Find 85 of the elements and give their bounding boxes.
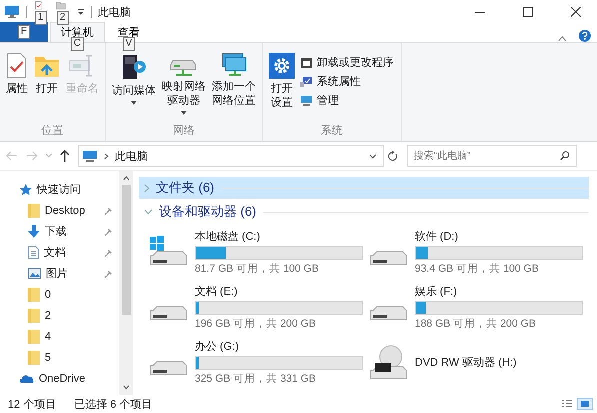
collapse-ribbon-icon[interactable] [558,36,567,42]
image-icon [580,400,590,408]
ribbon-button[interactable]: 添加一个 网络位置 [209,47,259,108]
nav-pane-item[interactable]: 2 [0,305,119,326]
download-icon [28,225,40,238]
help-icon[interactable] [579,30,591,42]
dvd-drive-icon[interactable] [369,344,409,380]
search-field[interactable]: 搜索“此电脑” [407,145,577,167]
scrollbar[interactable] [119,171,133,395]
ribbon-button[interactable]: 卸载或更改程序 [300,55,394,70]
computer-icon [4,5,20,19]
scroll-up-icon[interactable] [122,176,130,181]
chevron-right-icon [144,184,150,192]
picture-icon [28,268,41,279]
ribbon-button[interactable]: 系统属性 [300,74,394,89]
free-space-text: 188 GB 可用，共 200 GB [415,317,538,331]
nav-pane-item[interactable]: 5 [0,347,119,368]
folder-icon [28,350,40,364]
drive-name: 娱乐 (F:) [415,285,458,299]
nav-pane-item[interactable]: OneDrive [0,368,119,389]
close-icon[interactable] [571,7,581,17]
status-text: 已选择 6 个项目 [74,398,153,412]
maximize-icon[interactable] [523,7,533,17]
chevron-down-icon [144,209,153,215]
keytip: 1 [35,11,47,25]
window-title: 此电脑 [98,6,131,20]
computer-management-icon [300,94,313,106]
group-label: 网络 [172,124,196,139]
breadcrumb[interactable]: 此电脑 [115,148,148,164]
settings-icon [269,53,295,79]
program-icon [300,56,313,68]
free-space-text: 93.4 GB 可用，共 100 GB [415,262,540,276]
status-text: 12 个项目 [8,398,56,412]
drive-name: 文档 (E:) [195,284,239,299]
folder-icon [28,288,40,302]
nav-pane-item[interactable]: 快速访问 [0,179,119,200]
ribbon-button[interactable]: 管理 [300,93,394,108]
drive-name: 软件 (D:) [415,230,460,244]
up-icon[interactable] [60,150,70,162]
nav-pane-item[interactable]: 下载 [0,221,119,242]
refresh-icon[interactable] [388,150,399,162]
cloud-icon [20,374,34,383]
ribbon-button[interactable]: 映射网络 驱动器 [159,47,209,115]
free-space-text: 81.7 GB 可用，共 100 GB [195,262,320,276]
details-view-button[interactable] [559,398,575,410]
star-icon [20,184,32,196]
network-location-icon [220,53,248,77]
group-label: 位置 [40,124,64,139]
nav-pane-item[interactable]: Desktop [0,200,119,221]
ribbon-button[interactable]: 打开 [31,47,63,96]
properties-icon[interactable] [33,1,45,10]
keytip: C [70,37,84,51]
search-icon[interactable] [560,151,570,161]
nav-pane-item[interactable]: 0 [0,284,119,305]
drive-name: 办公 (G:) [195,340,240,354]
media-server-icon [121,53,147,81]
drive-name: DVD RW 驱动器 (H:) [415,356,517,370]
large-icons-view-button[interactable] [577,398,593,410]
address-bar[interactable]: 此电脑 [78,145,384,167]
nav-pane-item[interactable]: 图片 [0,263,119,284]
document-icon [28,246,39,259]
computer-icon [82,150,98,162]
folder-icon [28,308,40,322]
list-icon [562,400,572,408]
dropdown-icon[interactable] [77,8,85,16]
folder-icon [28,204,40,218]
dropdown-icon[interactable] [369,154,377,158]
ribbon-button[interactable]: 属性 [3,47,31,96]
drive-name: 本地磁盘 (C:) [195,230,262,244]
group-header[interactable]: 文件夹 (6) [139,177,589,199]
ribbon-button[interactable]: 打开 设置 [266,47,298,110]
system-properties-icon [300,76,313,88]
chevron-icon [104,152,109,160]
nav-pane-item[interactable]: 4 [0,326,119,347]
folder-icon [28,330,40,344]
keytip: V [122,37,136,51]
nav-pane-item[interactable]: 文档 [0,242,119,263]
file-tab[interactable]: F [0,22,48,42]
checklist-icon [6,53,28,79]
group-header[interactable]: 设备和驱动器 (6) [139,201,589,223]
scroll-down-icon[interactable] [122,385,130,390]
free-space-text: 196 GB 可用，共 200 GB [195,317,318,331]
free-space-text: 325 GB 可用，共 331 GB [195,372,318,386]
group-label: 系统 [320,124,344,139]
keytip: 2 [57,11,69,25]
